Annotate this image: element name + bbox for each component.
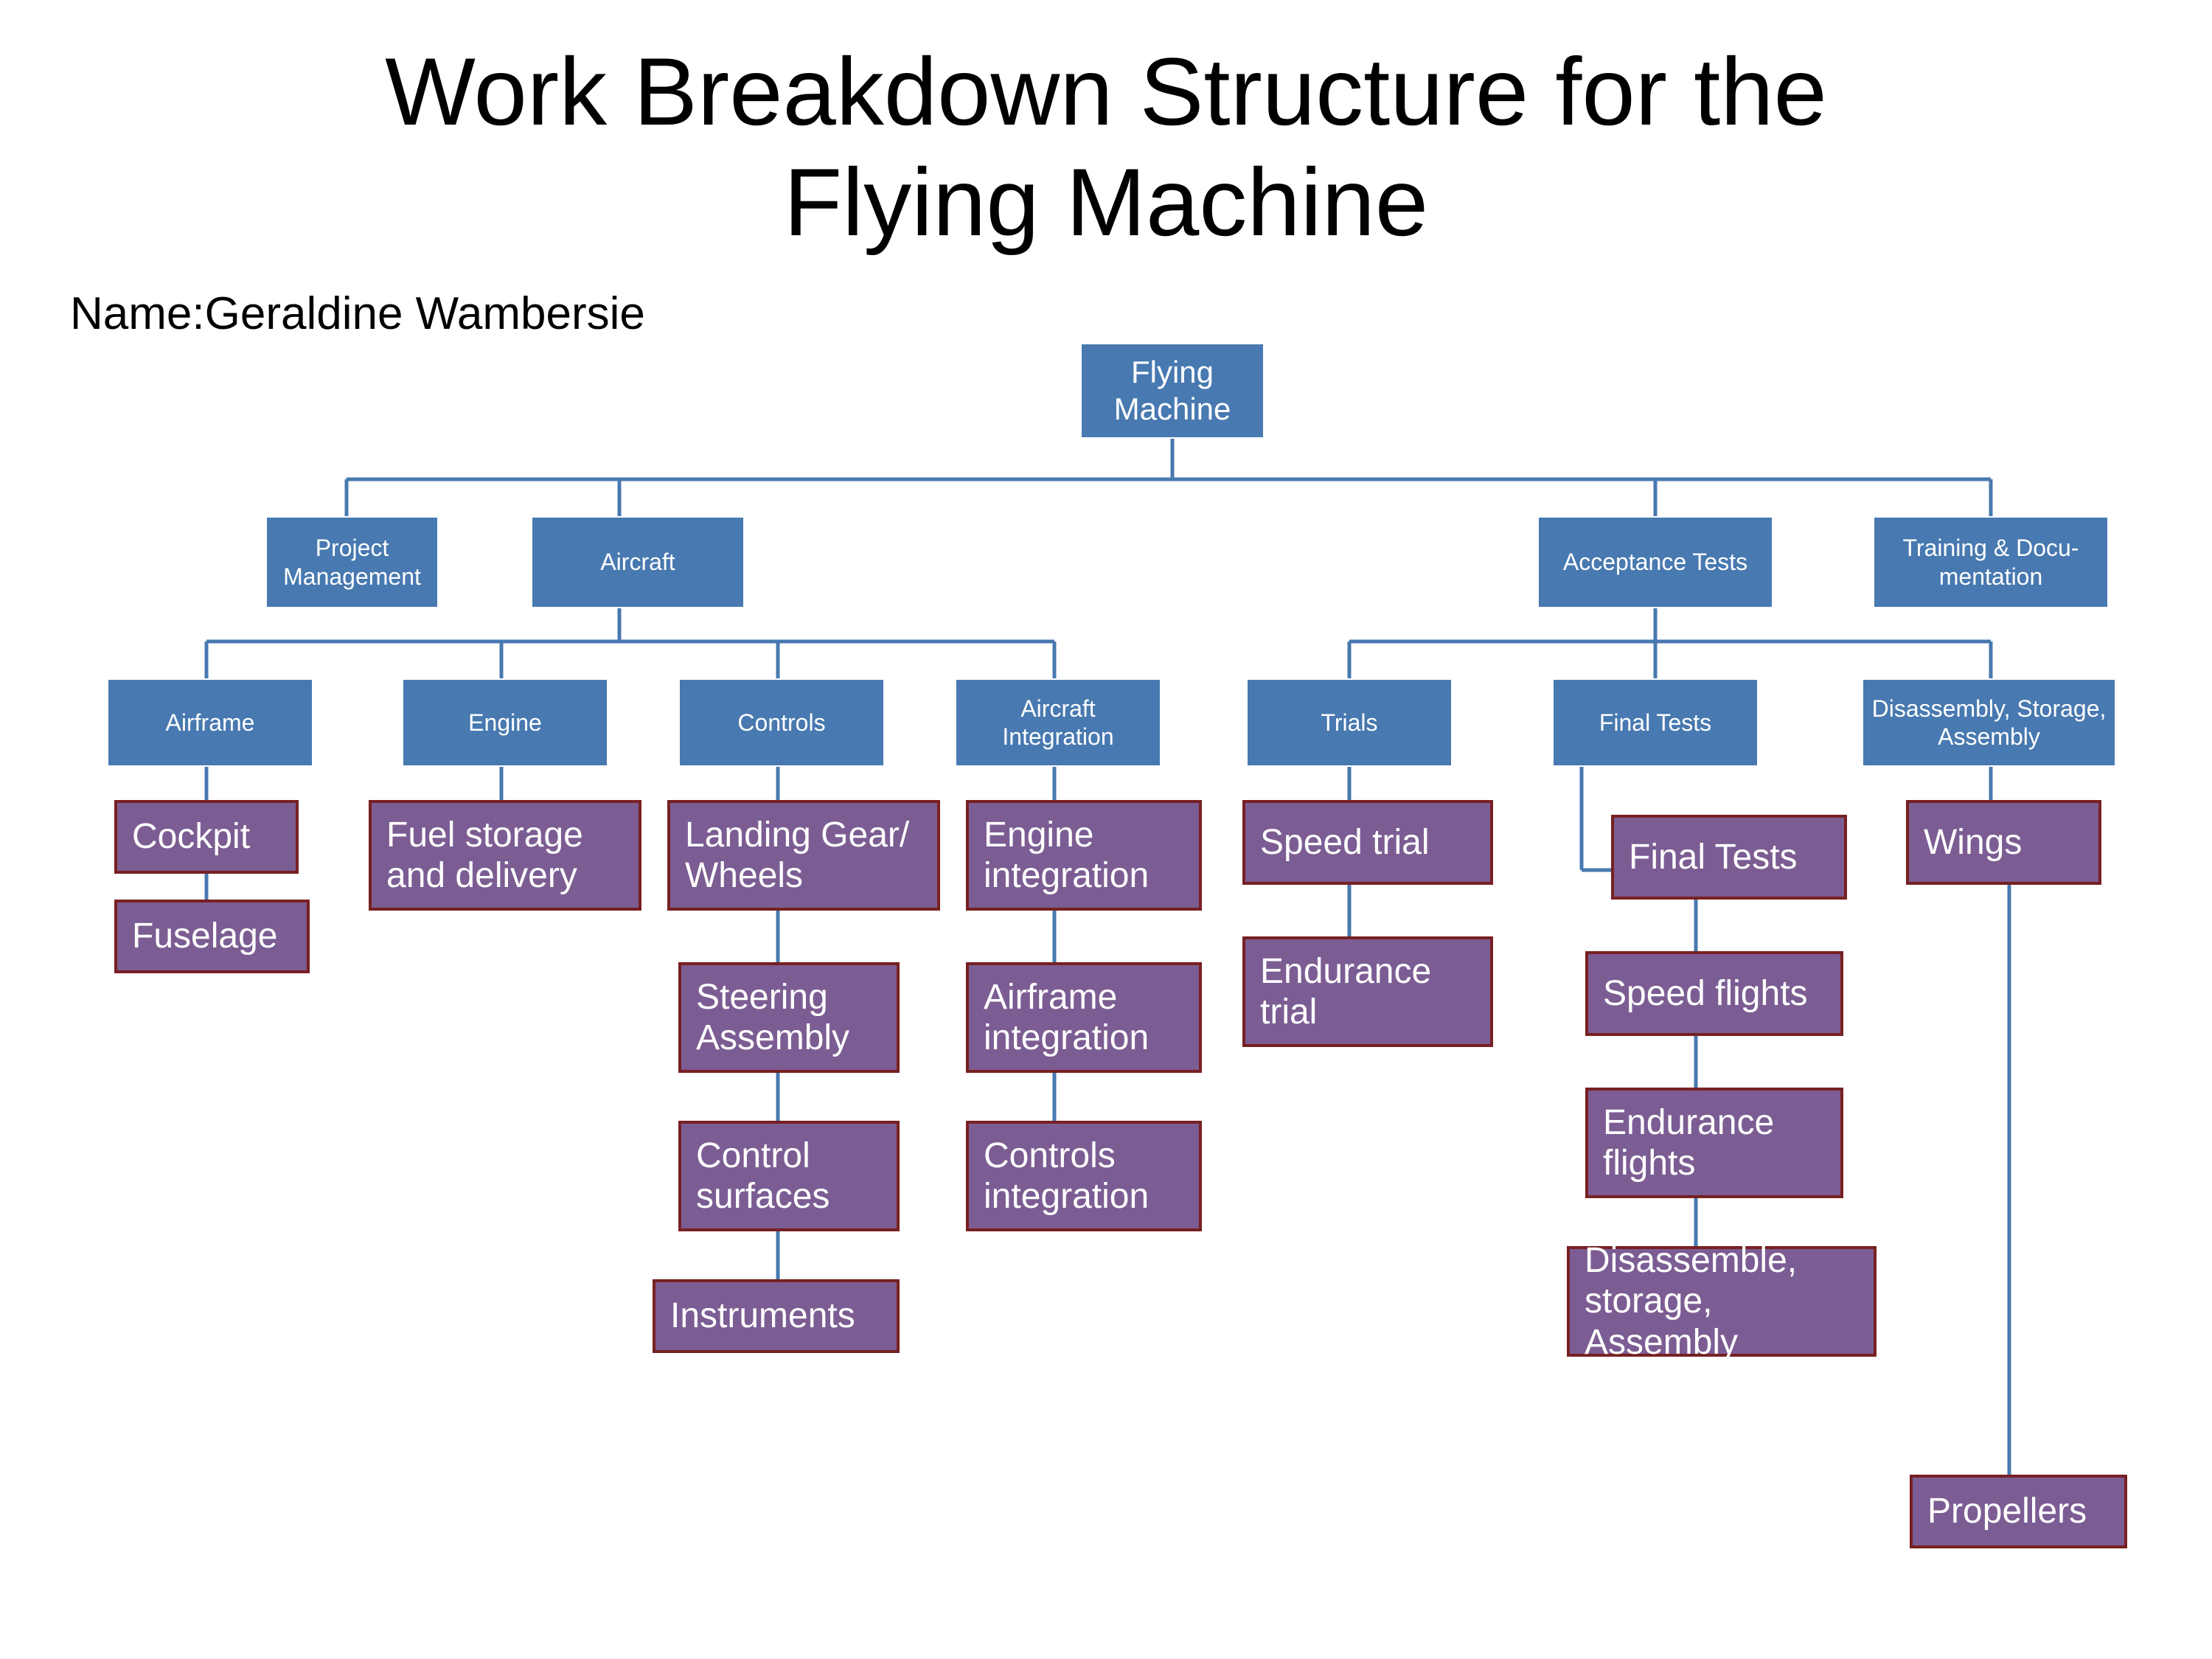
node-aircraft-integration: Aircraft Integration [955, 678, 1161, 767]
leaf-wings: Wings [1906, 800, 2101, 885]
leaf-endurance-trial: Endurance trial [1242, 936, 1493, 1047]
leaf-disassemble-storage-assembly: Disassemble, storage, Assembly [1567, 1246, 1877, 1357]
node-airframe: Airframe [107, 678, 313, 767]
leaf-fuel-storage-delivery: Fuel storage and delivery [369, 800, 641, 911]
title-line-2: Flying Machine [784, 148, 1428, 256]
node-disassembly-storage-assembly: Disassembly, Storage, Assembly [1862, 678, 2116, 767]
leaf-fuselage: Fuselage [114, 900, 310, 973]
leaf-propellers: Propellers [1910, 1475, 2127, 1548]
leaf-steering-assembly: Steering Assembly [678, 962, 900, 1073]
node-acceptance-tests: Acceptance Tests [1537, 516, 1773, 608]
leaf-controls-integration: Controls integration [966, 1121, 1202, 1231]
diagram-canvas: Work Breakdown Structure for the Flying … [0, 0, 2212, 1659]
leaf-landing-gear: Landing Gear/ Wheels [667, 800, 940, 911]
node-root: Flying Machine [1080, 343, 1265, 439]
author-label: Name:Geraldine Wambersie [70, 288, 645, 340]
leaf-endurance-flights: Endurance flights [1585, 1088, 1843, 1198]
leaf-speed-trial: Speed trial [1242, 800, 1493, 885]
node-controls: Controls [678, 678, 885, 767]
leaf-engine-integration: Engine integration [966, 800, 1202, 911]
node-engine: Engine [402, 678, 608, 767]
node-aircraft: Aircraft [531, 516, 745, 608]
node-final-tests: Final Tests [1552, 678, 1759, 767]
title-line-1: Work Breakdown Structure for the [385, 38, 1827, 145]
leaf-airframe-integration: Airframe integration [966, 962, 1202, 1073]
node-training-docs: Training & Docu-mentation [1873, 516, 2109, 608]
node-trials: Trials [1246, 678, 1453, 767]
page-title: Work Breakdown Structure for the Flying … [0, 37, 2212, 257]
leaf-cockpit: Cockpit [114, 800, 299, 874]
leaf-instruments: Instruments [653, 1279, 900, 1353]
node-project-management: Project Management [265, 516, 439, 608]
leaf-control-surfaces: Control surfaces [678, 1121, 900, 1231]
leaf-speed-flights: Speed flights [1585, 951, 1843, 1036]
leaf-final-tests: Final Tests [1611, 815, 1847, 900]
